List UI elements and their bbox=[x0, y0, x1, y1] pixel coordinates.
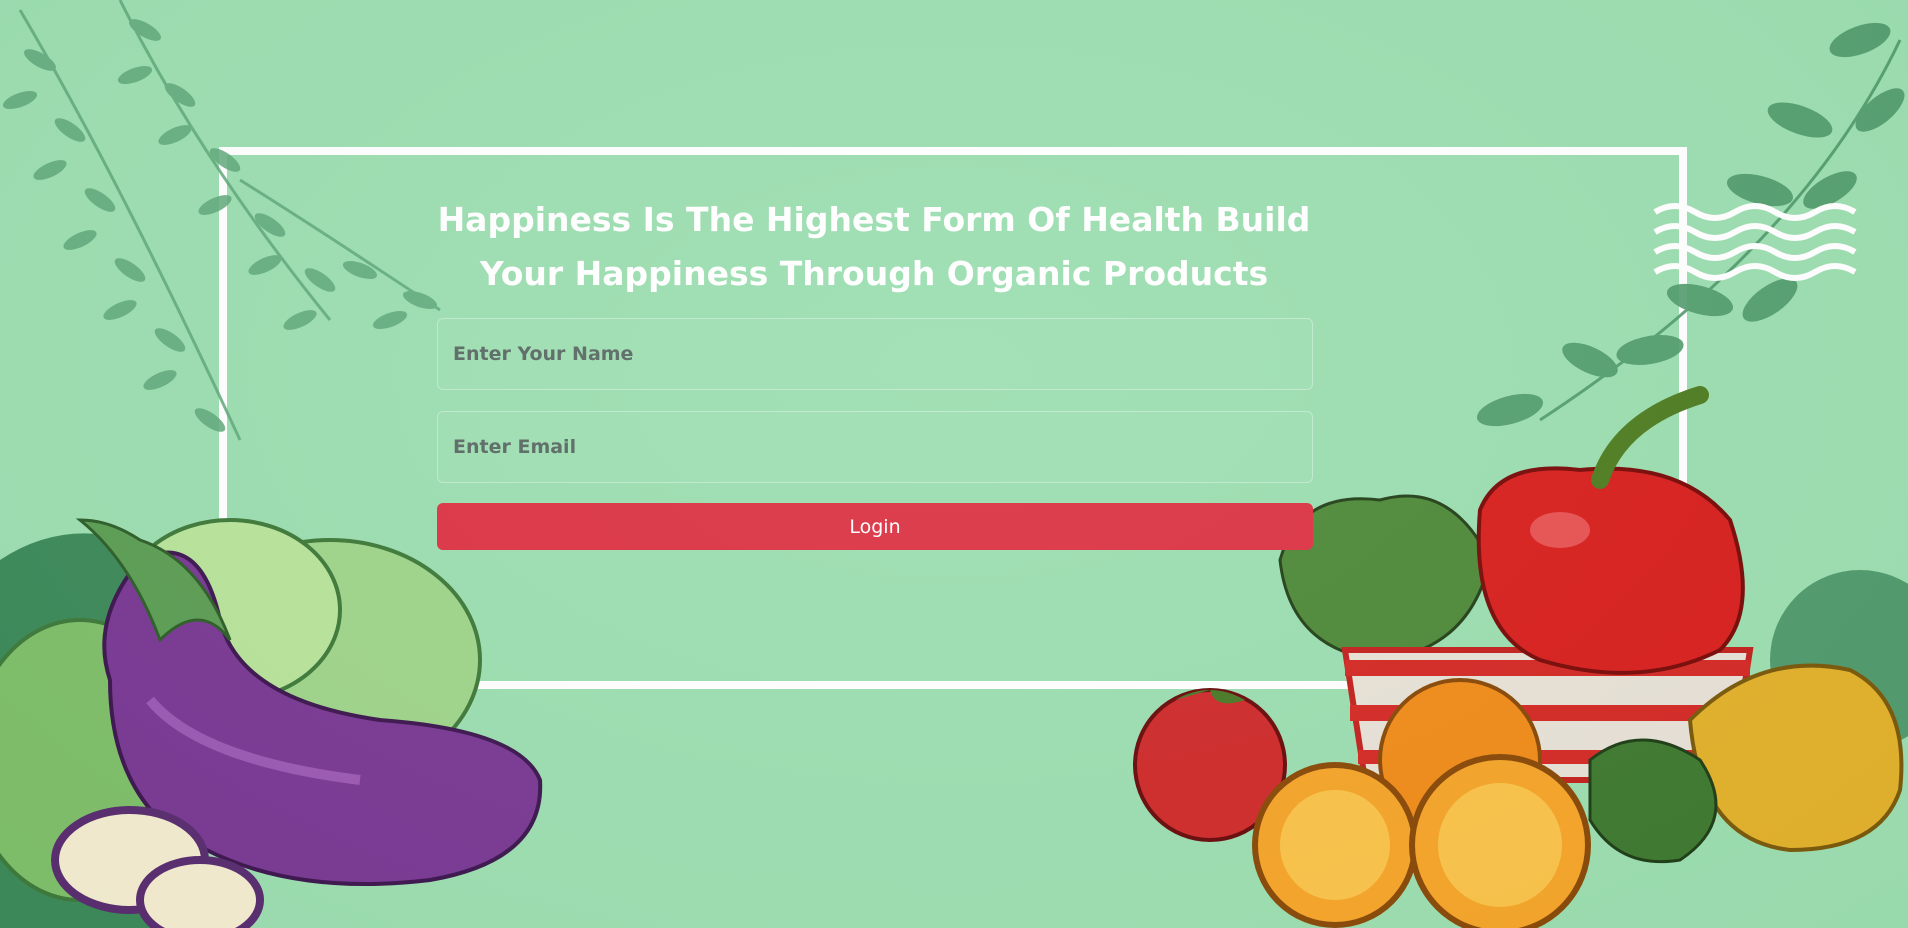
email-input[interactable] bbox=[437, 411, 1313, 483]
heading-line-1: Happiness Is The Highest Form Of Health … bbox=[437, 200, 1311, 239]
login-page: Happiness Is The Highest Form Of Health … bbox=[0, 0, 1908, 928]
heading-line-2: Your Happiness Through Organic Products bbox=[479, 254, 1269, 293]
name-input[interactable] bbox=[437, 318, 1313, 390]
login-button[interactable]: Login bbox=[437, 503, 1313, 550]
page-heading: Happiness Is The Highest Form Of Health … bbox=[437, 193, 1311, 301]
